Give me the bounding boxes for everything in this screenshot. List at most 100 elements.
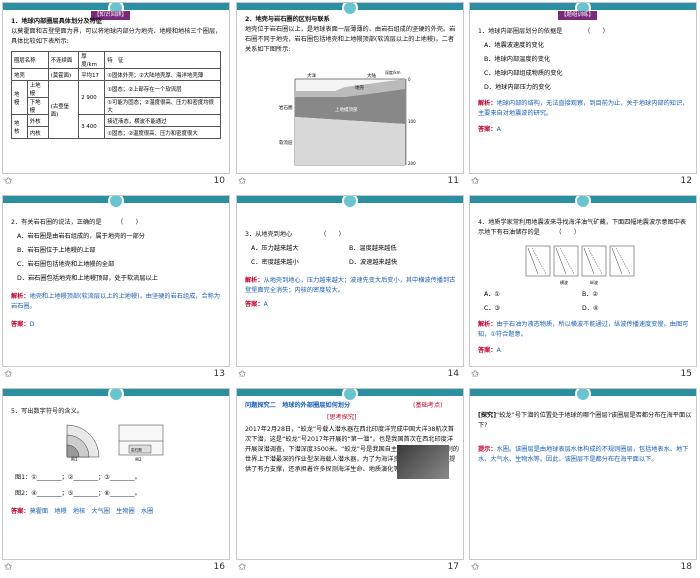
slide-transition-star-icon[interactable]: ✩ bbox=[471, 176, 479, 187]
option-c: C．密度越来越小 bbox=[251, 259, 299, 266]
slide-transition-star-icon[interactable]: ✩ bbox=[238, 369, 246, 380]
answer-text: D bbox=[29, 321, 35, 328]
figure-label: 岩石圈 bbox=[131, 447, 142, 452]
table-row: 地壳 (莫霍面) 平均17 ①固体外壳；②大陆地壳厚、海洋地壳薄 bbox=[11, 68, 221, 81]
section-tag: 【题组训练】 bbox=[558, 11, 598, 20]
thumbnail-footer: ✩ 14 bbox=[234, 369, 467, 383]
analysis-label: 解析： bbox=[11, 293, 30, 300]
slide-thumbnail-12[interactable]: 【题组训练】 1．地球内部圈层划分的依据是 （ ） A．地震波速度的变化 B．地… bbox=[467, 0, 700, 192]
slide-number: 18 bbox=[680, 562, 692, 572]
answer-label: 答案： bbox=[478, 347, 497, 354]
diagram-label: 深度/km bbox=[385, 69, 401, 75]
slide-number: 14 bbox=[447, 369, 459, 379]
wave-panel-3 bbox=[581, 245, 607, 277]
slide-canvas: 2．有关岩石圈的说法，正确的是 （ ） A．岩石圈是由岩石组成的，属于地壳的一部… bbox=[2, 195, 230, 367]
slide-body: 地壳位于岩石圈以上，是地球表面一层薄薄的、由岩石组成的坚硬的外壳。岩石圈不同于地… bbox=[245, 26, 456, 53]
sun-logo-icon bbox=[108, 196, 124, 209]
wave-panel-2 bbox=[553, 245, 579, 277]
thumbnail-footer: ✩ 17 bbox=[234, 562, 467, 576]
slide-canvas: [探究]“蛟龙”号下潜的位置处于地球的哪个圈层?该圈层是否都分布在海平面以下? … bbox=[469, 388, 697, 560]
thumbnail-footer: ✩ 16 bbox=[0, 562, 233, 576]
slide-top-stripe bbox=[3, 389, 229, 402]
depth-tick-label: 0 bbox=[408, 77, 411, 82]
legend-label: 横波 bbox=[560, 279, 568, 285]
analysis-text: 从地壳到地心，压力越来越大；波速先变大后变小，其中横波传播到古登堡面完全消失；内… bbox=[245, 277, 456, 294]
analysis-block: 解析：地球内部的结构，无法直接观察，到目前为止，关于地球内部的知识，主要来自对地… bbox=[478, 99, 692, 119]
analysis-text: 地壳和上地幔顶部(软流层以上的上地幔)，由坚硬的岩石组成，合称为岩石圈。 bbox=[11, 293, 221, 310]
slide-thumbnail-11[interactable]: 2．地壳与岩石圈的区别与联系 地壳位于岩石圈以上，是地球表面一层薄薄的、由岩石组… bbox=[234, 0, 467, 192]
table-cell: 地核 bbox=[11, 114, 28, 139]
table-cell: 3 400 bbox=[78, 114, 106, 139]
option-d: D．波速越来越快 bbox=[349, 259, 398, 266]
option-d: D．岩石圈包括地壳和上地幔顶部，处于软流层以上 bbox=[17, 275, 158, 282]
slide-transition-star-icon[interactable]: ✩ bbox=[4, 562, 12, 573]
analysis-block: 解析：从地壳到地心，压力越来越大；波速先变大后变小，其中横波传播到古登堡面完全消… bbox=[245, 276, 459, 296]
sun-logo-icon bbox=[342, 389, 358, 402]
slide-thumbnail-13[interactable]: 2．有关岩石圈的说法，正确的是 （ ） A．岩石圈是由岩石组成的，属于地壳的一部… bbox=[0, 193, 233, 385]
slide-transition-star-icon[interactable]: ✩ bbox=[471, 369, 479, 380]
hint-block: 提示：水圈。该圈层是由地球表层水体构成的不规则圈层，包括地表水、地下水、大气水、… bbox=[478, 445, 692, 465]
slide-transition-star-icon[interactable]: ✩ bbox=[471, 562, 479, 573]
option-c: C．岩石圈包括地壳和上地幔的全部 bbox=[17, 261, 115, 268]
wave-panel-4 bbox=[609, 245, 635, 277]
seismic-wave-diagrams: 横波 纵波 bbox=[525, 245, 635, 285]
slide-heading: 2．地壳与岩石圈的区别与联系 bbox=[245, 16, 330, 23]
option-b: B．地球内部温度的变化 bbox=[484, 56, 551, 63]
option-d: D．④ bbox=[582, 305, 599, 312]
figure-label: 图2 bbox=[135, 456, 142, 461]
figure-label: 图1 bbox=[71, 456, 78, 461]
sun-logo-icon bbox=[575, 196, 591, 209]
table-cell: ①固态；②温度很高、压力和密度很大 bbox=[104, 126, 221, 139]
slide-transition-star-icon[interactable]: ✩ bbox=[238, 176, 246, 187]
question-label: [探究] bbox=[478, 412, 497, 419]
slide-transition-star-icon[interactable]: ✩ bbox=[4, 369, 12, 380]
section-title: 问题探究二 地球的外部圈层如何划分 bbox=[245, 402, 351, 409]
hint-text: 水圈。该圈层是由地球表层水体构成的不规则圈层，包括地表水、地下水、大气水、生物水… bbox=[478, 446, 689, 463]
option-b: B．温度越来越低 bbox=[349, 245, 397, 252]
table-row: 地核 外核 3 400 接近液态，横波不能通过 bbox=[11, 114, 221, 139]
question-text: “蛟龙”号下潜的位置处于地球的哪个圈层?该圈层是否都分布在海平面以下? bbox=[478, 412, 692, 429]
table-cell: ①固体外壳；②大陆地壳厚、海洋地壳薄 bbox=[104, 68, 221, 81]
slide-number: 11 bbox=[447, 176, 459, 186]
depth-tick-label: 100 bbox=[408, 119, 416, 124]
slide-thumbnail-14[interactable]: 3．从地壳到地心 （ ） A．压力越来越大 B．温度越来越低 C．密度越来越小 … bbox=[234, 193, 467, 385]
slide-number: 17 bbox=[447, 562, 459, 572]
slide-top-stripe bbox=[237, 389, 463, 402]
table-cell: ①固态；②上部存在一个软流层 bbox=[104, 80, 221, 98]
table-header: 厚度/km bbox=[78, 51, 106, 69]
slide-top-stripe bbox=[470, 389, 696, 402]
option-a: A．地震波速度的变化 bbox=[484, 42, 544, 49]
thumbnail-footer: ✩ 18 bbox=[467, 562, 700, 576]
answer-label: 答案： bbox=[245, 301, 264, 308]
slide-transition-star-icon[interactable]: ✩ bbox=[238, 562, 246, 573]
option-b: B．岩石圈位于上地幔的上部 bbox=[17, 247, 96, 254]
slide-thumbnail-15[interactable]: 4．地质学家常利用地震波来寻找海洋油气矿藏，下面四幅地震波示意图中表示地下有石油… bbox=[467, 193, 700, 385]
option-b: B．② bbox=[582, 291, 598, 298]
sun-logo-icon bbox=[108, 389, 124, 402]
slide-thumbnail-10[interactable]: 【知识回顾】 1．地球内部圈层具体划分及特征 以莫霍面和古登堡面为界，可以将地球… bbox=[0, 0, 233, 192]
submersible-photo bbox=[397, 445, 449, 479]
slide-top-stripe bbox=[3, 3, 229, 16]
answer-label: 答案： bbox=[11, 508, 30, 515]
slide-transition-star-icon[interactable]: ✩ bbox=[4, 176, 12, 187]
figure-2: 岩石圈 图2 bbox=[118, 424, 164, 461]
thumbnail-footer: ✩ 12 bbox=[467, 176, 700, 190]
slide-thumbnail-16[interactable]: 5．写出数字符号的含义。 图1 岩石圈 图2 图1：①________；②___… bbox=[0, 386, 233, 578]
answer-block: 答案：A bbox=[478, 125, 501, 135]
question-text: 5．写出数字符号的含义。 bbox=[11, 408, 83, 415]
thumbnail-footer: ✩ 10 bbox=[0, 176, 233, 190]
table-cell: 下地幔 bbox=[26, 97, 49, 115]
crust-lithosphere-diagram: 大洋 大陆 岩石圈 地壳 上地幔顶部 软流层 深度/km 0 100 200 bbox=[279, 69, 416, 166]
sun-logo-icon bbox=[342, 3, 358, 16]
slide-number: 10 bbox=[213, 176, 225, 186]
slide-thumbnail-17[interactable]: 问题探究二 地球的外部圈层如何划分 (基础考点) [思考探究] 2017年2月2… bbox=[234, 386, 467, 578]
hint-label: 提示： bbox=[478, 446, 497, 453]
figure-1: 图1 bbox=[66, 424, 100, 461]
table-header: 不连续面 bbox=[47, 51, 80, 69]
slide-thumbnail-18[interactable]: [探究]“蛟龙”号下潜的位置处于地球的哪个圈层?该圈层是否都分布在海平面以下? … bbox=[467, 386, 700, 578]
slide-number: 12 bbox=[680, 176, 692, 186]
table-cell: 地壳 bbox=[11, 68, 49, 81]
question-text: 3．从地壳到地心 （ ） bbox=[245, 231, 345, 238]
table-header: 圈层名称 bbox=[11, 51, 49, 69]
option-a: A．压力越来越大 bbox=[251, 245, 299, 252]
